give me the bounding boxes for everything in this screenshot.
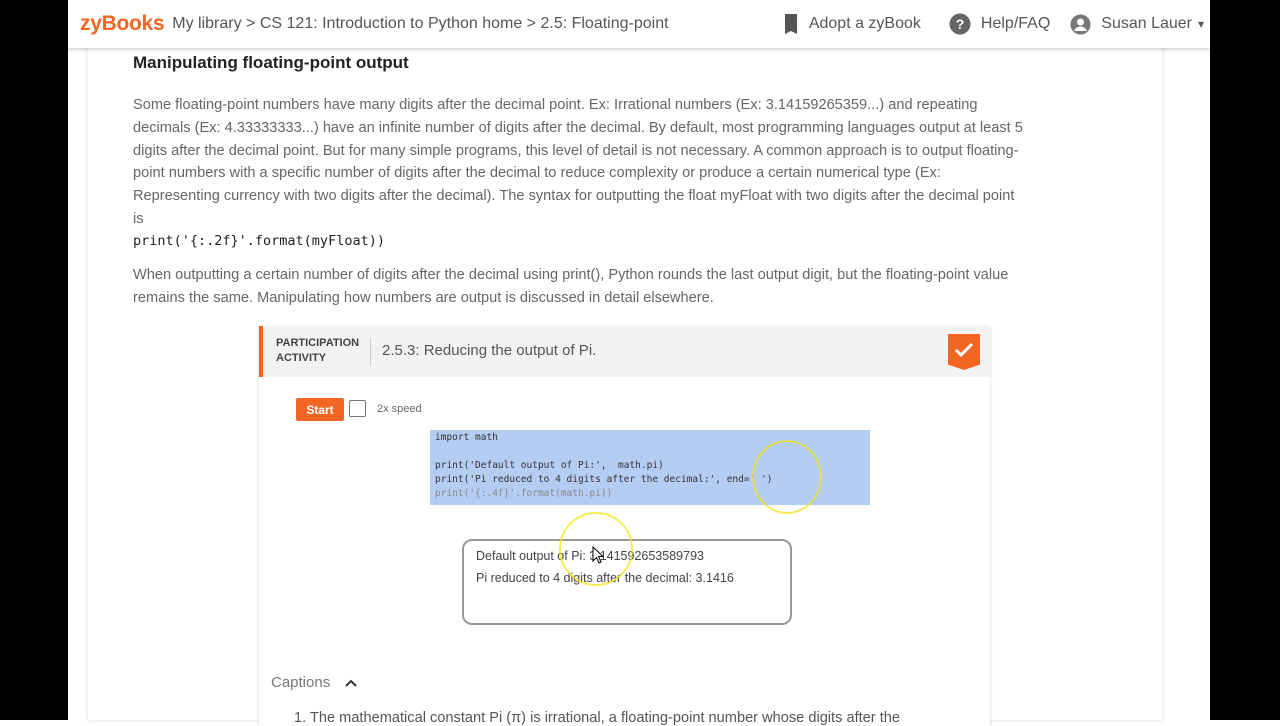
activity-type-line: PARTICIPATION [276,337,360,349]
section-title: Manipulating floating-point output [133,53,409,72]
user-avatar-icon [1070,14,1091,34]
caption-step-1: 1. The mathematical constant Pi (π) is i… [294,710,901,726]
captions-label: Captions [271,674,331,691]
chevron-up-icon [345,679,357,687]
letterbox-left [0,0,68,720]
adopt-zybook-link[interactable]: Adopt a zyBook [783,14,921,34]
completion-badge [948,334,980,370]
paragraph-line: Representing currency with two digits af… [133,188,1015,205]
code-line: print('Pi reduced to 4 digits after the … [435,474,773,485]
program-output-box: Default output of Pi: 3.141592653589793 … [462,539,792,625]
paragraph-floating-point-digits: Some floating-point numbers have many di… [133,94,1113,231]
breadcrumb-course-home[interactable]: CS 121: Introduction to Python home [260,15,522,32]
breadcrumb-separator: > [522,15,541,32]
activity-type-line: ACTIVITY [276,352,327,364]
activity-title: 2.5.3: Reducing the output of Pi. [382,342,597,359]
adopt-zybook-label: Adopt a zyBook [808,15,921,32]
book-icon [784,14,797,34]
speed-2x-checkbox[interactable] [349,400,366,417]
speed-2x-label: 2x speed [377,403,422,415]
animation-code-panel: import math print('Default output of Pi:… [430,430,870,505]
output-line: Pi reduced to 4 digits after the decimal… [476,571,734,585]
breadcrumb-separator: > [241,15,260,32]
activity-type-label: PARTICIPATION ACTIVITY [276,336,359,366]
activity-header: PARTICIPATION ACTIVITY 2.5.3: Reducing t… [259,326,990,377]
content-page: Manipulating floating-point output Some … [88,48,1162,726]
output-line: Default output of Pi: 3.141592653589793 [476,549,704,563]
top-app-bar: zyBooks My library > CS 121: Introductio… [68,0,1210,48]
help-icon: ? [949,13,971,35]
paragraph-rounding: When outputting a certain number of digi… [133,264,1113,310]
paragraph-line: is [133,210,144,227]
zybooks-logo[interactable]: zyBooks [80,12,165,36]
header-divider [370,338,371,366]
letterbox-right [1210,0,1280,720]
start-animation-button[interactable]: Start [296,398,344,421]
paragraph-line: digits after the decimal point. But for … [133,142,1019,159]
breadcrumb: My library > CS 121: Introduction to Pyt… [172,15,668,33]
top-actions: Adopt a zyBook ? Help/FAQ Susan Lauer ▾ [783,13,1210,35]
user-name: Susan Lauer [1101,15,1192,32]
paragraph-line: point numbers with a specific number of … [133,165,941,182]
participation-activity: PARTICIPATION ACTIVITY 2.5.3: Reducing t… [259,326,990,726]
paragraph-line: decimals (Ex: 4.33333333...) have an inf… [133,119,1023,136]
svg-text:?: ? [956,16,965,32]
paragraph-line: When outputting a certain number of digi… [133,267,1009,283]
breadcrumb-my-library[interactable]: My library [172,15,241,32]
code-line: print('{:.4f}'.format(math.pi)) [435,488,613,499]
help-faq-link[interactable]: ? Help/FAQ [949,13,1050,35]
paragraph-line: remains the same. Manipulating how numbe… [133,289,714,306]
code-example: print('{:.2f}'.format(myFloat)) [133,233,385,249]
breadcrumb-section[interactable]: 2.5: Floating-point [540,15,668,32]
code-line: print('Default output of Pi:', math.pi) [435,460,664,471]
mouse-pointer-icon [592,546,604,564]
help-faq-label: Help/FAQ [980,15,1051,32]
captions-toggle[interactable]: Captions [271,674,358,691]
user-menu[interactable]: Susan Lauer ▾ [1070,14,1210,35]
paragraph-line: Some floating-point numbers have many di… [133,97,978,113]
user-menu-caret-icon: ▾ [1198,17,1205,31]
code-line: import math [435,432,498,443]
checkmark-icon [954,342,974,358]
